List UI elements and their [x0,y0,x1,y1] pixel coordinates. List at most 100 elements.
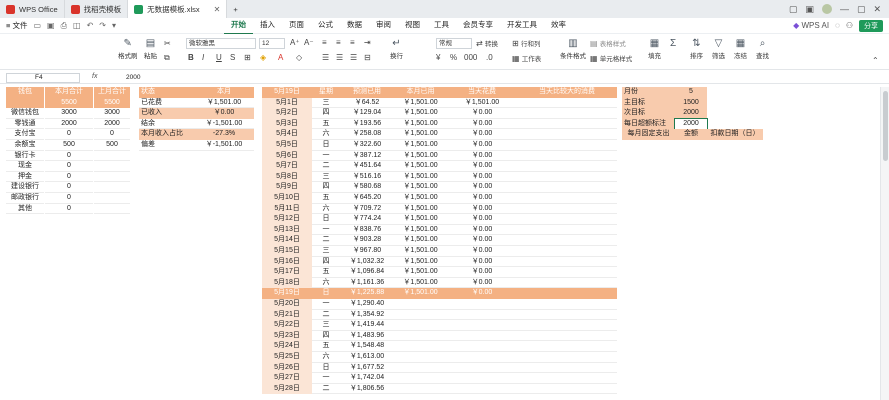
daily-cell[interactable]: 三 [312,246,340,257]
daily-cell[interactable]: 5月1日 [262,97,312,109]
daily-cell[interactable]: ￥1,806.56 [340,384,394,395]
daily-cell[interactable]: ￥1,419.44 [340,320,394,331]
daily-cell[interactable]: ￥1,501.00 [394,214,447,225]
daily-cell[interactable] [517,161,617,172]
wallet-cell[interactable]: 3000 [94,108,130,119]
settings-label-cell[interactable]: 主目标 [622,97,675,109]
settings-value-cell[interactable]: 1500 [675,97,707,109]
daily-cell[interactable]: ￥1,354.92 [340,310,394,321]
close-tab-icon[interactable]: ✕ [214,5,221,14]
daily-cell[interactable] [517,108,617,119]
status-value-cell[interactable]: ￥0.00 [194,108,254,119]
wallet-cell[interactable]: 500 [45,140,93,151]
daily-cell[interactable] [517,129,617,140]
menu-tab-4[interactable]: 数据 [340,17,369,35]
avatar[interactable] [821,4,832,14]
daily-cell[interactable]: 5月10日 [262,193,312,204]
scroll-thumb[interactable] [883,91,888,161]
daily-cell[interactable]: 5月15日 [262,246,312,257]
minimize-icon[interactable]: — [840,4,849,14]
fx-icon[interactable]: fx [92,73,97,80]
daily-cell[interactable] [517,288,617,299]
daily-cell[interactable]: ￥1,501.00 [394,119,447,130]
align-bottom-icon[interactable]: ≡ [350,38,355,47]
menu-tab-6[interactable]: 视图 [398,17,427,35]
name-box[interactable]: F4 [6,73,80,83]
daily-cell[interactable]: ￥0.00 [447,140,517,151]
daily-cell[interactable]: ￥1,501.00 [394,246,447,257]
daily-cell[interactable]: 四 [312,257,340,268]
daily-cell[interactable]: 六 [312,129,340,140]
daily-cell[interactable] [447,341,517,352]
filter-button[interactable]: ▽ 筛选 [712,38,725,60]
daily-cell[interactable] [517,331,617,342]
daily-cell[interactable]: 5月8日 [262,171,312,183]
wallet-cell[interactable] [94,182,130,193]
fixed-expense-header-cell[interactable]: 金额 [675,129,707,140]
daily-cell[interactable]: ￥0.00 [447,257,517,268]
freeze-button[interactable]: ▦ 冻结 [734,38,747,60]
status-header-cell[interactable]: 状态 [139,87,194,98]
daily-cell[interactable]: 5月18日 [262,277,312,289]
daily-cell[interactable]: 5月17日 [262,267,312,278]
daily-cell[interactable]: ￥1,677.52 [340,363,394,374]
status-value-cell[interactable]: ￥1,501.00 [194,98,254,109]
daily-cell[interactable]: 四 [312,331,340,342]
bold-icon[interactable]: B [188,53,194,62]
clear-format-icon[interactable]: ◇ [296,53,302,62]
wallet-cell[interactable]: 0 [45,182,93,193]
daily-cell[interactable]: 5月11日 [262,203,312,215]
daily-header-cell[interactable]: 预测已用 [340,87,394,98]
layout-icon[interactable]: ▣ [805,4,814,15]
daily-cell[interactable]: ￥1,548.48 [340,341,394,352]
vertical-scrollbar[interactable] [880,87,889,400]
daily-cell[interactable]: ￥774.24 [340,214,394,225]
daily-cell[interactable]: ￥0.00 [447,214,517,225]
table-style-button[interactable]: ▤ 表格样式 [590,38,626,48]
daily-cell[interactable]: ￥1,032.32 [340,257,394,268]
daily-cell[interactable]: ￥903.28 [340,235,394,246]
menu-tab-2[interactable]: 页面 [282,17,311,35]
daily-cell[interactable] [447,373,517,384]
daily-cell[interactable]: 5月21日 [262,309,312,321]
daily-cell[interactable]: 一 [312,151,340,162]
daily-cell[interactable]: ￥1,501.00 [394,161,447,172]
menu-tab-5[interactable]: 审阅 [369,17,398,35]
font-shrink-icon[interactable]: A⁻ [304,38,314,47]
daily-cell[interactable] [517,363,617,374]
settings-label-cell[interactable]: 次目标 [622,108,675,119]
daily-cell[interactable]: ￥0.00 [447,204,517,215]
comment-icon[interactable]: ◌ [835,21,840,30]
window-icon[interactable]: ▢ [789,4,798,15]
daily-cell[interactable]: 5月28日 [262,383,312,395]
daily-cell[interactable]: 六 [312,352,340,363]
fill-color-icon[interactable]: ◈ [260,53,266,62]
daily-cell[interactable]: 五 [312,193,340,204]
tab-workbook[interactable]: 无数据模板.xlsx ✕ [128,0,228,18]
status-value-cell[interactable]: ￥-1,501.00 [194,119,254,130]
daily-cell[interactable]: 5月19日 [262,288,312,299]
currency-icon[interactable]: ¥ [436,53,440,62]
daily-cell[interactable]: 5月26日 [262,362,312,374]
daily-cell[interactable] [394,320,447,331]
daily-cell[interactable]: ￥1,501.00 [447,98,517,109]
daily-cell[interactable]: ￥193.56 [340,119,394,130]
daily-header-cell[interactable]: 星期 [312,87,340,98]
align-middle-icon[interactable]: ≡ [336,38,341,47]
daily-cell[interactable] [517,310,617,321]
daily-cell[interactable] [517,151,617,162]
daily-cell[interactable]: 5月27日 [262,373,312,384]
daily-cell[interactable] [517,352,617,363]
daily-cell[interactable]: ￥0.00 [447,182,517,193]
undo-icon[interactable]: ↶ [87,21,94,31]
daily-cell[interactable]: ￥0.00 [447,172,517,183]
daily-cell[interactable]: 五 [312,341,340,352]
daily-cell[interactable]: 5月7日 [262,161,312,172]
wallet-cell[interactable]: 余额宝 [6,140,44,151]
daily-cell[interactable]: 一 [312,373,340,384]
daily-cell[interactable]: ￥1,483.96 [340,331,394,342]
formula-input[interactable]: 2000 [126,73,140,82]
daily-cell[interactable]: 5月12日 [262,214,312,225]
daily-cell[interactable] [517,193,617,204]
daily-cell[interactable]: ￥0.00 [447,108,517,119]
